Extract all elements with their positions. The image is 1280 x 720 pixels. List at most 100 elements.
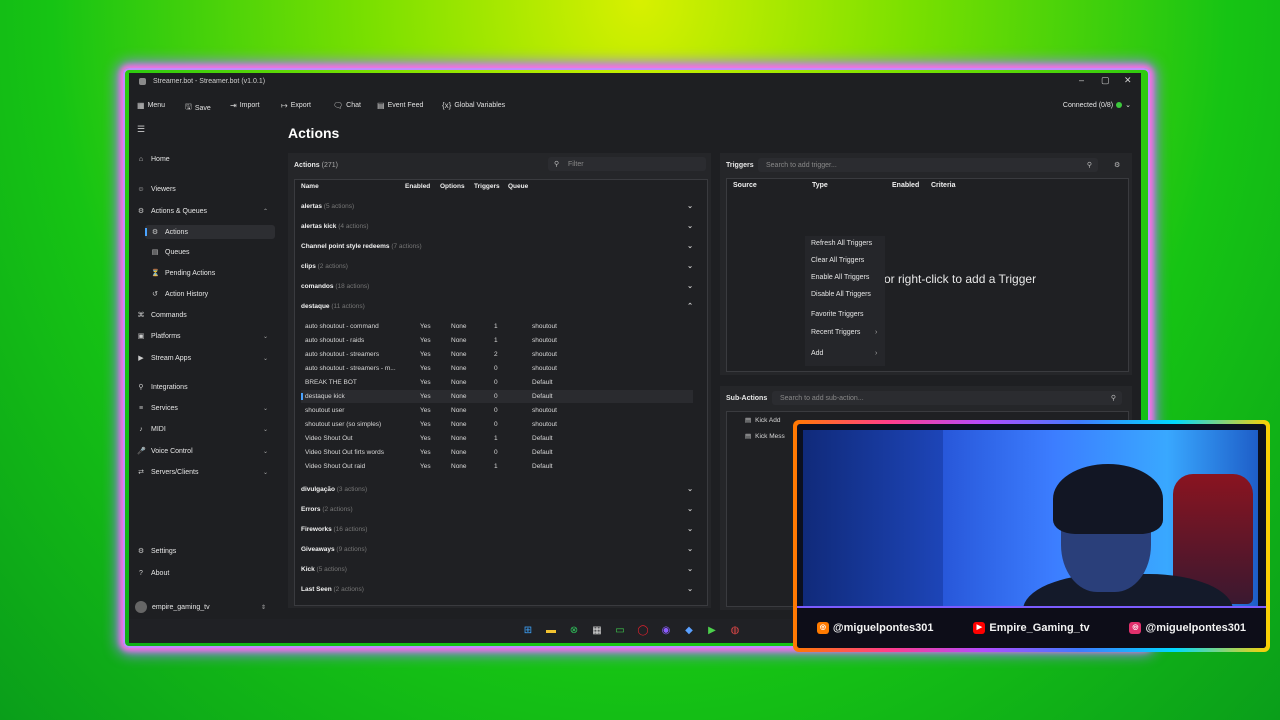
action-group-kick[interactable]: Kick (5 actions) ⌄ <box>301 563 693 577</box>
menu-item-clear-all-triggers[interactable]: Clear All Triggers <box>811 257 864 264</box>
sidebar-item-pending-actions[interactable]: ⏳ Pending Actions <box>151 267 215 279</box>
cell-enabled: Yes <box>420 393 431 400</box>
file-explorer-icon[interactable]: ▬ <box>544 624 558 638</box>
action-group-channel-point-style-redeems[interactable]: Channel point style redeems (7 actions) ⌄ <box>301 240 693 254</box>
menu-item-add[interactable]: Add <box>811 350 823 357</box>
maximize-icon[interactable]: ▢ <box>1101 75 1110 86</box>
subaction-item[interactable]: ▤ Kick Mess <box>745 432 785 441</box>
table-row[interactable]: Video Shout Out raid Yes None 1 Default <box>301 460 693 473</box>
sidebar-item-commands[interactable]: ⌘ Commands <box>137 309 187 321</box>
action-group-clips[interactable]: clips (2 actions) ⌄ <box>301 260 693 274</box>
expand-icon: ⇕ <box>261 604 267 611</box>
menu-item-refresh-all-triggers[interactable]: Refresh All Triggers <box>811 240 872 247</box>
column-queue[interactable]: Queue <box>508 183 528 190</box>
import-button[interactable]: ⇥ Import <box>230 101 260 110</box>
sidebar-item-actions-queues[interactable]: ⚙ Actions & Queues ⌃ <box>137 205 268 217</box>
action-group-errors[interactable]: Errors (2 actions) ⌄ <box>301 503 693 517</box>
sidebar-item-label: Integrations <box>151 383 188 391</box>
column-options[interactable]: Options <box>440 183 465 190</box>
column-source[interactable]: Source <box>733 182 757 189</box>
table-row[interactable]: Video Shout Out firts words Yes None 0 Defau… <box>301 446 693 459</box>
opera-icon[interactable]: ◯ <box>636 624 650 638</box>
table-row[interactable]: destaque kick Yes None 0 Default <box>301 390 693 403</box>
windows-start-icon[interactable]: ⊞ <box>521 624 535 638</box>
hamburger-icon[interactable]: ☰ <box>137 124 145 135</box>
column-criteria[interactable]: Criteria <box>931 182 956 189</box>
sidebar-item-stream-apps[interactable]: ▶ Stream Apps ⌄ <box>137 352 268 364</box>
filter-input[interactable]: ⚲ Filter <box>548 157 706 171</box>
column-enabled[interactable]: Enabled <box>405 183 430 190</box>
stream-apps-icon: ▶ <box>138 355 144 362</box>
chat-button[interactable]: 🗨 Chat <box>333 101 361 110</box>
sidebar-item-action-history[interactable]: ↺ Action History <box>151 288 208 300</box>
sidebar-item-midi[interactable]: ♪ MIDI ⌄ <box>137 423 268 435</box>
global-variables-button[interactable]: {x} Global Variables <box>442 101 505 110</box>
sidebar-item-queues[interactable]: ▤ Queues <box>151 246 190 258</box>
sidebar-item-services[interactable]: ≡ Services ⌄ <box>137 402 268 414</box>
action-group-last-seen[interactable]: Last Seen (2 actions) ⌄ <box>301 583 693 597</box>
subaction-item[interactable]: ▤ Kick Add <box>745 416 780 425</box>
obs-icon[interactable]: ◍ <box>728 624 742 638</box>
chevron-down-icon: ⌄ <box>687 526 693 533</box>
menu-item-enable-all-triggers[interactable]: Enable All Triggers <box>811 274 869 281</box>
group-name: alertas (5 actions) <box>301 203 355 210</box>
menu-item-disable-all-triggers[interactable]: Disable All Triggers <box>811 291 871 298</box>
calculator-icon[interactable]: ▦ <box>590 624 604 638</box>
sidebar-item-home[interactable]: ⌂ Home <box>137 153 170 165</box>
sidebar-item-servers-clients[interactable]: ⇄ Servers/Clients ⌄ <box>137 466 268 478</box>
cell-queue: shoutout <box>532 365 557 372</box>
table-row[interactable]: shoutout user Yes None 0 shoutout <box>301 404 693 417</box>
subaction-search-input[interactable]: Search to add sub-action... ⚲ <box>772 391 1122 405</box>
action-group-giveaways[interactable]: Giveaways (9 actions) ⌄ <box>301 543 693 557</box>
table-row[interactable]: auto shoutout - command Yes None 1 shoutout <box>301 320 693 333</box>
play-icon[interactable]: ▶ <box>705 624 719 638</box>
sidebar-item-about[interactable]: ? About <box>137 567 169 579</box>
sidebar-item-viewers[interactable]: ☺ Viewers <box>137 183 175 195</box>
table-row[interactable]: shoutout user (so simples) Yes None 0 shouto… <box>301 418 693 431</box>
table-row[interactable]: auto shoutout - raids Yes None 1 shoutout <box>301 334 693 347</box>
action-group-divulga-o[interactable]: divulgação (3 actions) ⌄ <box>301 483 693 497</box>
column-enabled[interactable]: Enabled <box>892 182 919 189</box>
cell-enabled: Yes <box>420 463 431 470</box>
xbox-icon[interactable]: ⊗ <box>567 624 581 638</box>
action-group-fireworks[interactable]: Fireworks (16 actions) ⌄ <box>301 523 693 537</box>
services-icon: ≡ <box>138 404 144 412</box>
user-account[interactable]: empire_gaming_tv ⇕ <box>135 601 266 613</box>
action-group-destaque[interactable]: destaque (11 actions) ⌃ <box>301 300 693 314</box>
connection-status[interactable]: Connected (0/8) ⌄ <box>1063 101 1131 110</box>
table-row[interactable]: auto shoutout - streamers Yes None 2 shoutou… <box>301 348 693 361</box>
cell-name: Video Shout Out firts words <box>305 449 385 456</box>
cell-triggers: 1 <box>494 435 498 442</box>
action-group-alertas-kick[interactable]: alertas kick (4 actions) ⌄ <box>301 220 693 234</box>
table-row[interactable]: Video Shout Out Yes None 1 Default <box>301 432 693 445</box>
cell-queue: shoutout <box>532 337 557 344</box>
column-type[interactable]: Type <box>812 182 828 189</box>
action-group-alertas[interactable]: alertas (5 actions) ⌄ <box>301 200 693 214</box>
save-button[interactable]: 🖫 Save <box>185 101 211 115</box>
close-icon[interactable]: ✕ <box>1124 75 1132 86</box>
sidebar-item-settings[interactable]: ⚙ Settings <box>137 545 176 557</box>
streamerbot-icon[interactable]: ◆ <box>682 624 696 638</box>
cell-enabled: Yes <box>420 337 431 344</box>
menu-item-recent-triggers[interactable]: Recent Triggers <box>811 329 860 336</box>
chevron-icon: ⌄ <box>263 405 269 412</box>
event-feed-button[interactable]: ▤ Event Feed <box>377 101 423 110</box>
menu-button[interactable]: ▦ Menu <box>137 101 165 110</box>
table-row[interactable]: auto shoutout - streamers - m... Yes None 0… <box>301 362 693 375</box>
export-button[interactable]: ↦ Export <box>281 101 311 110</box>
global-variables-label: Global Variables <box>454 102 506 109</box>
menu-item-favorite-triggers[interactable]: Favorite Triggers <box>811 311 864 318</box>
terminal-icon[interactable]: ▭ <box>613 624 627 638</box>
sidebar-item-actions[interactable]: ⚙ Actions <box>145 225 275 239</box>
sidebar-item-voice-control[interactable]: 🎤 Voice Control ⌄ <box>137 445 268 457</box>
table-row[interactable]: BREAK THE BOT Yes None 0 Default <box>301 376 693 389</box>
settings-icon[interactable]: ⚙ <box>1114 161 1120 169</box>
sidebar-item-platforms[interactable]: ▣ Platforms ⌄ <box>137 330 268 342</box>
discord-icon[interactable]: ◉ <box>659 624 673 638</box>
minimize-icon[interactable]: – <box>1079 75 1084 85</box>
column-triggers[interactable]: Triggers <box>474 183 500 190</box>
sidebar-item-integrations[interactable]: ⚲ Integrations <box>137 381 188 393</box>
column-name[interactable]: Name <box>301 183 319 190</box>
trigger-search-input[interactable]: Search to add trigger... ⚲ <box>758 158 1098 172</box>
action-group-comandos[interactable]: comandos (18 actions) ⌄ <box>301 280 693 294</box>
